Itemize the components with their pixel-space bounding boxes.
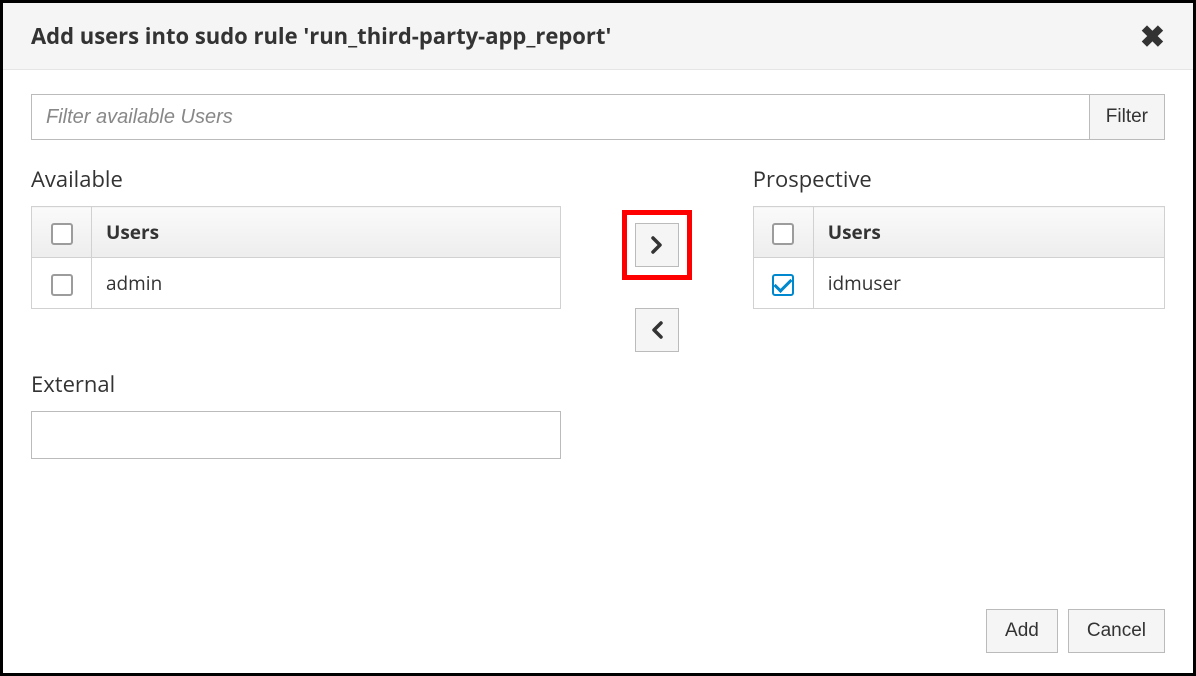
table-row: admin <box>32 258 561 309</box>
available-select-all-checkbox[interactable] <box>51 223 73 245</box>
external-section: External <box>31 369 561 459</box>
prospective-row-checkbox-cell <box>753 258 813 309</box>
prospective-label: Prospective <box>753 164 1165 194</box>
add-button[interactable]: Add <box>986 609 1058 653</box>
filter-input[interactable] <box>31 94 1089 140</box>
dual-list-columns: Available Users <box>31 164 1165 459</box>
prospective-row-name[interactable]: idmuser <box>813 258 1164 309</box>
external-label: External <box>31 369 561 399</box>
move-buttons-column <box>561 164 753 352</box>
modal-header: Add users into sudo rule 'run_third-part… <box>3 3 1193 70</box>
close-icon[interactable]: ✖ <box>1140 21 1165 51</box>
move-right-button[interactable] <box>635 223 679 267</box>
external-input[interactable] <box>31 411 561 459</box>
filter-row: Filter <box>31 94 1165 140</box>
prospective-row-checkbox[interactable] <box>772 274 794 296</box>
available-label: Available <box>31 164 561 194</box>
cancel-button[interactable]: Cancel <box>1068 609 1165 653</box>
modal-body: Filter Available Users <box>3 70 1193 459</box>
available-row-checkbox[interactable] <box>51 274 73 296</box>
filter-button[interactable]: Filter <box>1089 94 1165 140</box>
available-table: Users admin <box>31 206 561 309</box>
dialog-frame: Add users into sudo rule 'run_third-part… <box>0 0 1196 676</box>
available-column-header: Users <box>92 207 561 258</box>
available-column: Available Users <box>31 164 561 459</box>
prospective-select-all-checkbox[interactable] <box>772 223 794 245</box>
modal-title: Add users into sudo rule 'run_third-part… <box>31 21 611 51</box>
prospective-column-header: Users <box>813 207 1164 258</box>
chevron-left-icon <box>650 320 664 340</box>
prospective-select-all-cell <box>753 207 813 258</box>
prospective-table: Users idmuser <box>753 206 1165 309</box>
chevron-right-icon <box>650 235 664 255</box>
prospective-column: Prospective Users <box>753 164 1165 309</box>
table-row: idmuser <box>753 258 1164 309</box>
available-row-name[interactable]: admin <box>92 258 561 309</box>
modal-footer: Add Cancel <box>3 593 1193 673</box>
move-left-button[interactable] <box>635 308 679 352</box>
available-select-all-cell <box>32 207 92 258</box>
highlight-box <box>622 210 692 280</box>
available-row-checkbox-cell <box>32 258 92 309</box>
